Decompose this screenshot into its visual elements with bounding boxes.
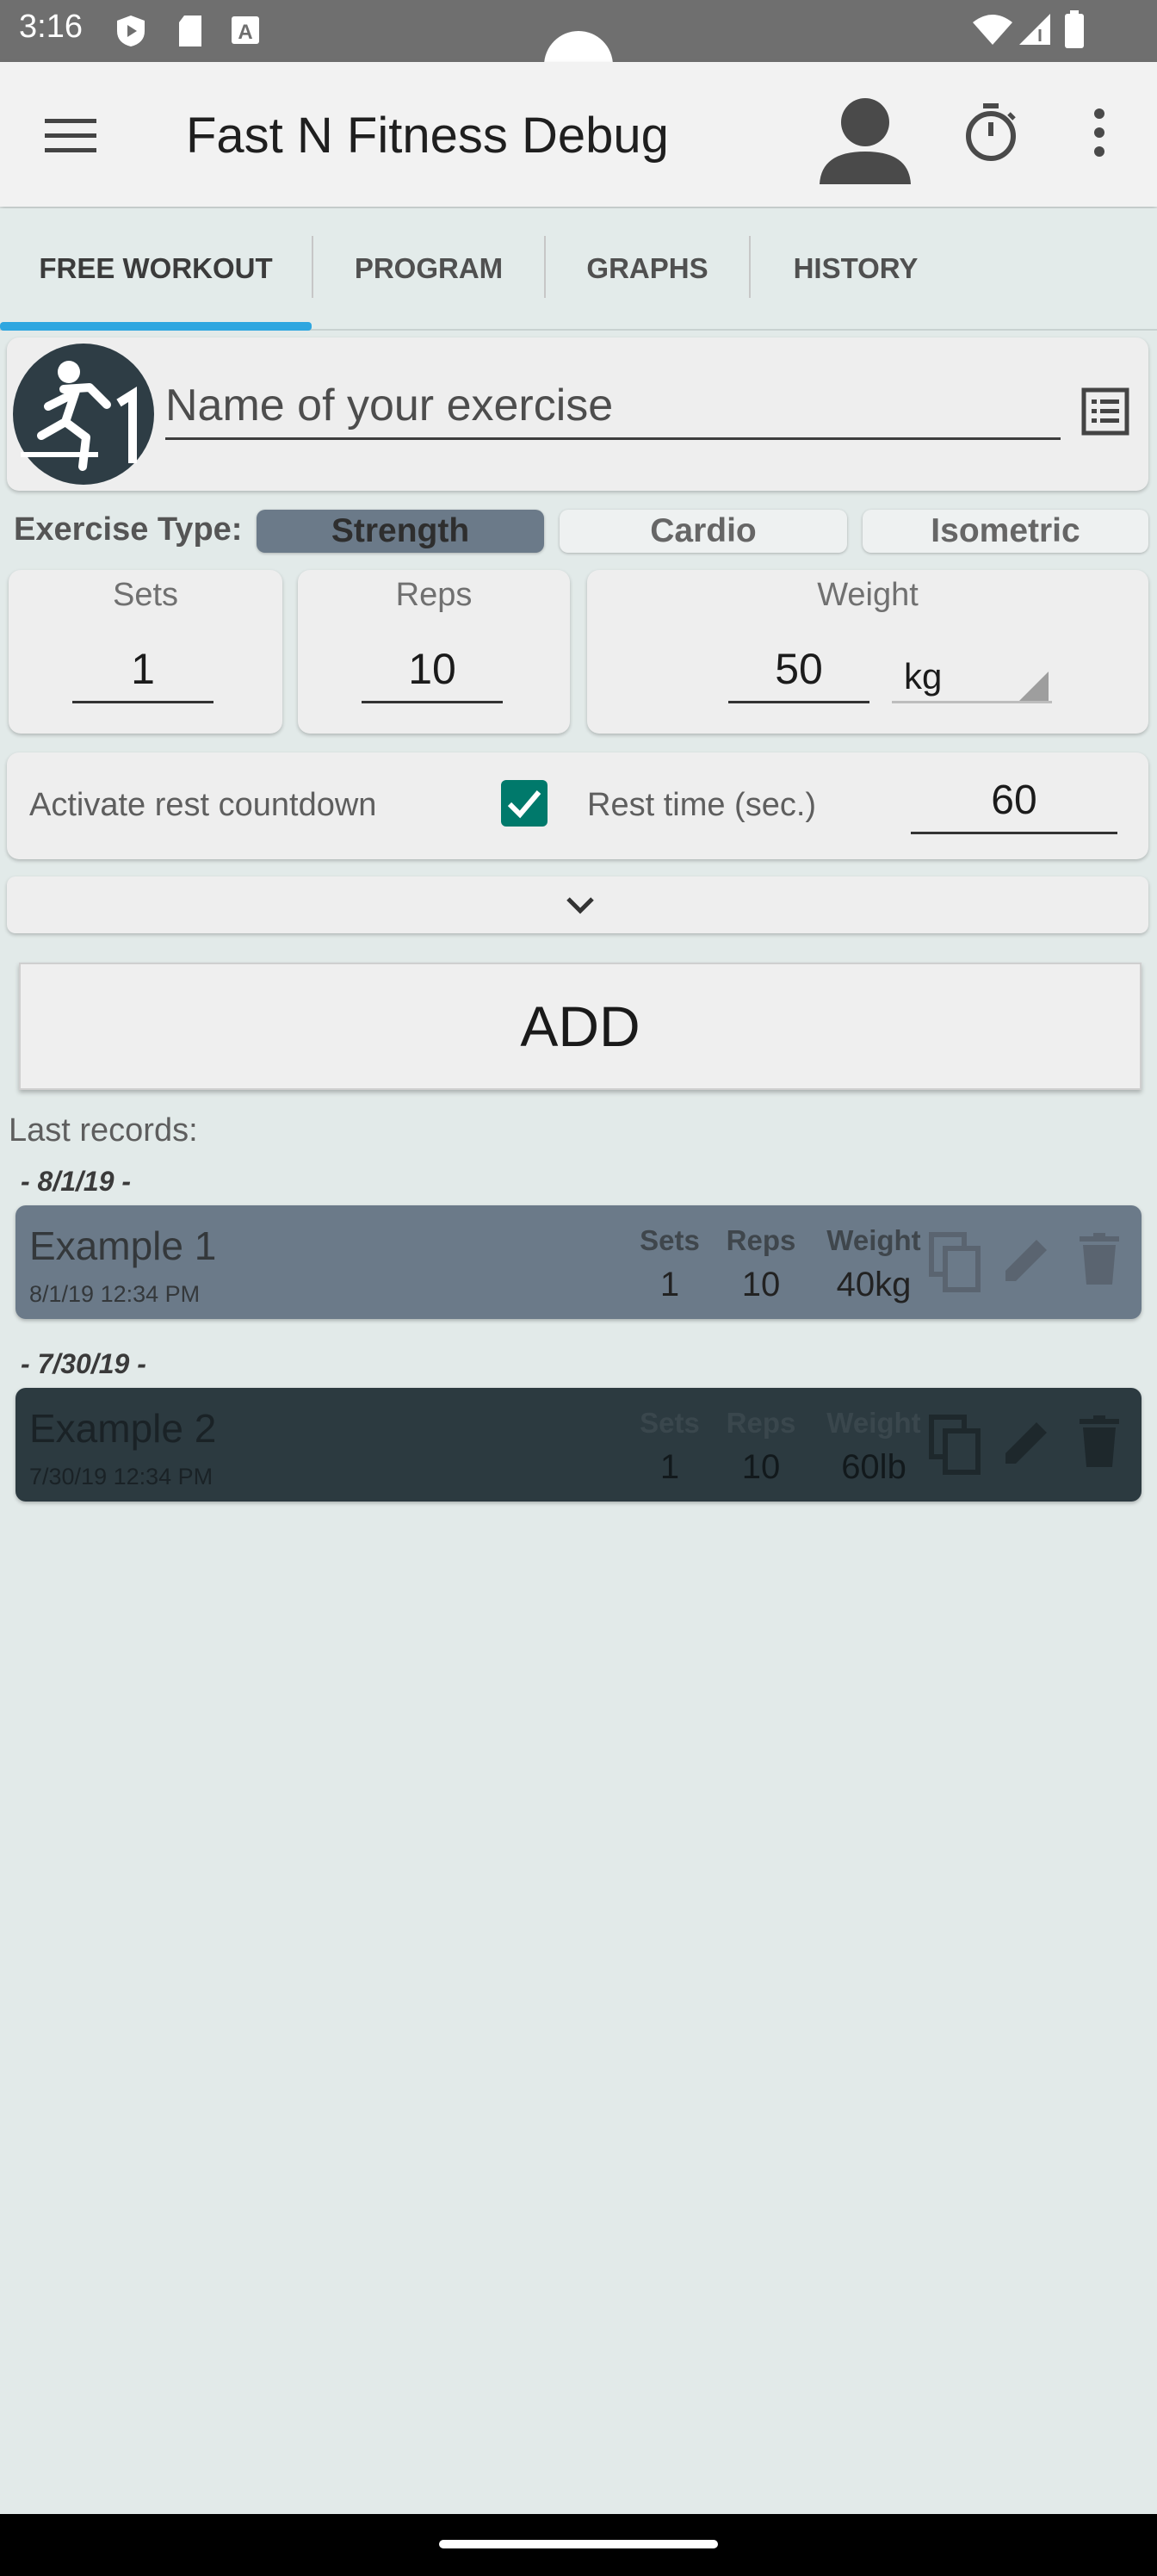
tab-history[interactable]: HISTORY — [751, 208, 961, 329]
font-a-icon: A — [232, 16, 259, 44]
exercise-list-icon[interactable] — [1081, 387, 1129, 436]
add-button[interactable]: ADD — [19, 963, 1142, 1090]
shield-play-icon — [117, 15, 145, 46]
expand-options-bar[interactable] — [7, 876, 1148, 933]
unit-value: kg — [904, 656, 943, 697]
sd-card-icon — [179, 15, 201, 46]
rest-card: Activate rest countdown Rest time (sec.)… — [7, 752, 1148, 859]
check-icon — [507, 790, 541, 819]
copy-icon[interactable] — [928, 1414, 983, 1476]
type-isometric-button[interactable]: Isometric — [863, 510, 1148, 553]
record-reps-label: Reps — [726, 1407, 796, 1439]
exercise-name-card: Name of your exercise — [7, 337, 1148, 491]
type-strength-button[interactable]: Strength — [257, 510, 544, 553]
exercise-runner-icon[interactable] — [12, 343, 155, 486]
timer-icon[interactable] — [964, 102, 1018, 164]
record-sets-value: 1 — [659, 1266, 680, 1303]
record-date-header: - 8/1/19 - — [21, 1166, 132, 1197]
record-name: Example 1 — [29, 1223, 217, 1268]
gesture-handle[interactable] — [439, 2540, 718, 2548]
record-datetime: 7/30/19 12:34 PM — [29, 1464, 213, 1489]
exercise-name-input[interactable]: Name of your exercise — [165, 377, 1061, 440]
record-weight-value: 40kg — [836, 1266, 912, 1303]
app-title: Fast N Fitness Debug — [186, 108, 669, 164]
copy-icon[interactable] — [928, 1231, 983, 1293]
reps-card: Reps 10 — [298, 570, 570, 734]
reps-input[interactable]: 10 — [362, 644, 503, 703]
rest-countdown-label: Activate rest countdown — [29, 787, 377, 823]
rest-time-input[interactable]: 60 — [911, 777, 1117, 834]
status-time: 3:16 — [19, 9, 83, 45]
cell-signal-icon — [1019, 14, 1050, 45]
sets-input[interactable]: 1 — [72, 644, 213, 703]
weight-card: Weight 50 kg — [587, 570, 1148, 734]
svg-text:A: A — [238, 21, 252, 44]
weight-input[interactable]: 50 — [728, 644, 869, 703]
tab-bar: FREE WORKOUT PROGRAM GRAPHS HISTORY — [0, 208, 1157, 331]
last-records-label: Last records: — [9, 1112, 198, 1149]
unit-dropdown[interactable]: kg — [892, 646, 1052, 703]
chevron-down-icon — [566, 897, 594, 914]
type-cardio-button[interactable]: Cardio — [560, 510, 847, 553]
sets-card: Sets 1 — [9, 570, 282, 734]
delete-icon[interactable] — [1078, 1415, 1121, 1469]
delete-icon[interactable] — [1078, 1233, 1121, 1286]
rest-time-label: Rest time (sec.) — [587, 787, 817, 823]
more-options-icon[interactable] — [1090, 107, 1109, 158]
exercise-type-label: Exercise Type: — [14, 511, 243, 548]
record-date-header: - 7/30/19 - — [21, 1348, 146, 1379]
record-reps-value: 10 — [741, 1448, 781, 1486]
record-name: Example 2 — [29, 1406, 217, 1451]
dropdown-arrow-icon — [1019, 672, 1049, 701]
menu-icon[interactable] — [45, 117, 98, 155]
record-sets-value: 1 — [659, 1448, 680, 1486]
record-weight-value: 60lb — [841, 1448, 906, 1486]
record-reps-label: Reps — [726, 1224, 796, 1256]
tab-graphs[interactable]: GRAPHS — [546, 208, 749, 329]
profile-icon[interactable] — [818, 91, 913, 186]
reps-label: Reps — [395, 577, 473, 613]
record-sets-label: Sets — [640, 1407, 700, 1439]
record-weight-label: Weight — [826, 1224, 921, 1256]
tab-indicator — [0, 322, 312, 331]
tab-program[interactable]: PROGRAM — [313, 208, 544, 329]
battery-icon — [1065, 10, 1084, 48]
app-bar: Fast N Fitness Debug — [0, 62, 1157, 207]
record-row[interactable]: Example 1 8/1/19 12:34 PM Sets Reps Weig… — [15, 1205, 1142, 1319]
record-weight-label: Weight — [826, 1407, 921, 1439]
weight-label: Weight — [817, 577, 919, 613]
record-sets-label: Sets — [640, 1224, 700, 1256]
record-row[interactable]: Example 2 7/30/19 12:34 PM Sets Reps Wei… — [15, 1388, 1142, 1502]
rest-countdown-checkbox[interactable] — [501, 780, 548, 827]
sets-label: Sets — [112, 577, 179, 613]
edit-icon[interactable] — [1000, 1233, 1054, 1286]
edit-icon[interactable] — [1000, 1415, 1054, 1469]
record-datetime: 8/1/19 12:34 PM — [29, 1281, 201, 1307]
wifi-icon — [973, 15, 1012, 45]
record-reps-value: 10 — [741, 1266, 781, 1303]
tab-free-workout[interactable]: FREE WORKOUT — [0, 208, 312, 329]
